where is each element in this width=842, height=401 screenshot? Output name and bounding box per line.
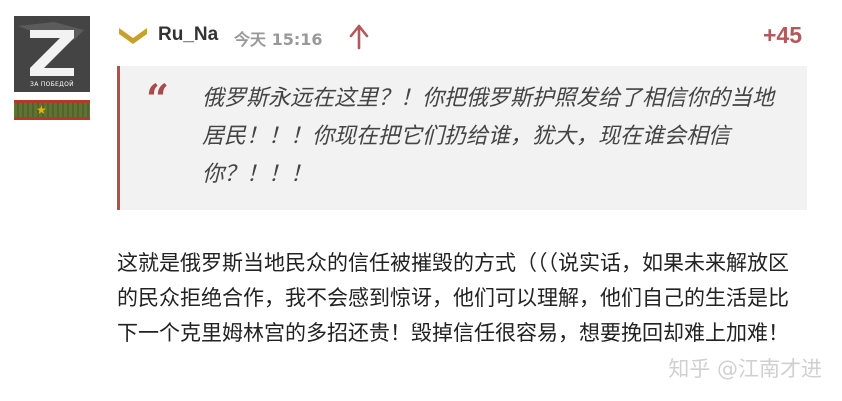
score: +45 <box>762 22 802 48</box>
quote-mark-icon: “ <box>146 76 170 123</box>
arrow-up-icon[interactable] <box>348 24 370 50</box>
avatar-caption: ЗА ПОБЕДОЙ <box>30 81 74 88</box>
watermark: 知乎 @江南才进 <box>668 357 822 381</box>
chevron-rank-icon <box>119 28 147 44</box>
comment-card: ЗА ПОБЕДОЙ ★ Ru_Na 今天 15:16 +45 “ 俄罗斯永远在… <box>0 0 842 401</box>
star-icon: ★ <box>36 103 47 117</box>
username[interactable]: Ru_Na <box>158 24 218 46</box>
quote-text: 俄罗斯永远在这里？！你把俄罗斯护照发给了相信你的当地居民！！！你现在把它们扔给谁… <box>202 86 775 187</box>
comment-body: 这就是俄罗斯当地民众的信任被摧毁的方式（（（说实话，如果未来解放区的民众拒绝合作… <box>117 251 789 345</box>
military-rank-badge: ★ <box>14 100 90 120</box>
timestamp: 今天 15:16 <box>234 30 323 49</box>
quoted-comment: “ 俄罗斯永远在这里？！你把俄罗斯护照发给了相信你的当地居民！！！你现在把它们扔… <box>117 66 807 210</box>
user-avatar[interactable]: ЗА ПОБЕДОЙ <box>14 16 90 92</box>
